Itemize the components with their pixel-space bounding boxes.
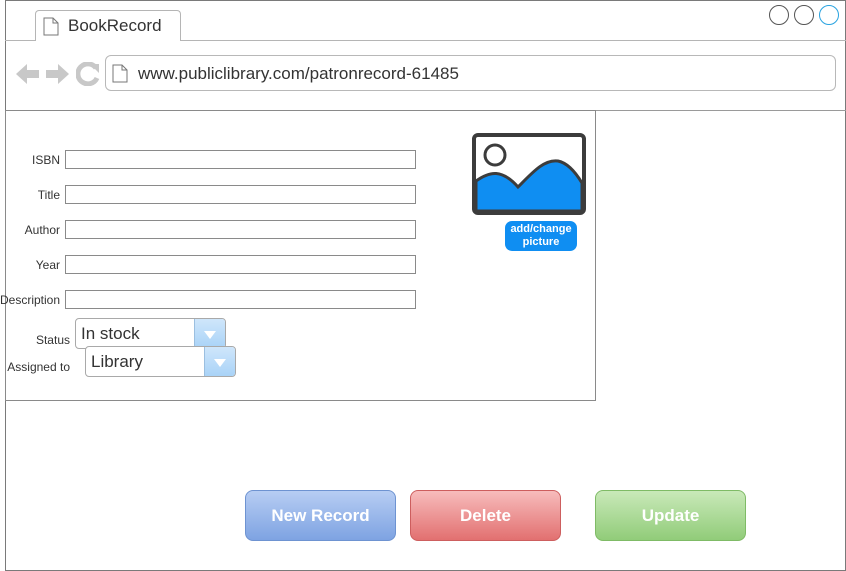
new-record-button[interactable]: New Record — [245, 490, 396, 541]
tab-title: BookRecord — [68, 16, 162, 35]
chevron-down-icon — [214, 359, 226, 367]
close-button[interactable] — [819, 5, 839, 25]
address-bar[interactable]: www.publiclibrary.com/patronrecord-61485 — [105, 55, 836, 91]
description-label: Description — [0, 293, 61, 307]
year-input[interactable] — [65, 255, 416, 274]
minimize-button[interactable] — [769, 5, 789, 25]
title-label: Title — [37, 188, 60, 202]
title-input[interactable] — [65, 185, 416, 204]
add-change-picture-button[interactable]: add/change picture — [505, 221, 577, 251]
browser-tab[interactable]: BookRecord — [35, 10, 181, 41]
isbn-input[interactable] — [65, 150, 416, 169]
update-button[interactable]: Update — [595, 490, 746, 541]
window-controls — [769, 5, 843, 27]
forward-arrow-icon[interactable] — [45, 62, 69, 86]
picture-button-line1: add/change — [510, 223, 572, 235]
image-placeholder-icon — [472, 133, 586, 215]
author-label: Author — [24, 223, 60, 237]
status-label: Status — [35, 333, 70, 347]
status-dropdown-button[interactable] — [194, 319, 225, 348]
picture-button-line2: picture — [522, 236, 560, 248]
url-text: www.publiclibrary.com/patronrecord-61485 — [138, 64, 459, 83]
author-input[interactable] — [65, 220, 416, 239]
year-label: Year — [35, 258, 60, 272]
description-input[interactable] — [65, 290, 416, 309]
back-arrow-icon[interactable] — [16, 62, 40, 86]
delete-button[interactable]: Delete — [410, 490, 561, 541]
reload-icon[interactable] — [76, 62, 100, 86]
status-select[interactable]: In stock — [75, 318, 226, 349]
page-icon — [112, 64, 128, 83]
document-icon — [43, 17, 59, 36]
chevron-down-icon — [204, 331, 216, 339]
maximize-button[interactable] — [794, 5, 814, 25]
assigned-label: Assigned to — [7, 360, 70, 374]
isbn-label: ISBN — [31, 153, 60, 167]
assigned-value: Library — [91, 352, 143, 371]
assigned-select[interactable]: Library — [85, 346, 236, 377]
assigned-dropdown-button[interactable] — [204, 347, 235, 376]
status-value: In stock — [81, 324, 140, 343]
